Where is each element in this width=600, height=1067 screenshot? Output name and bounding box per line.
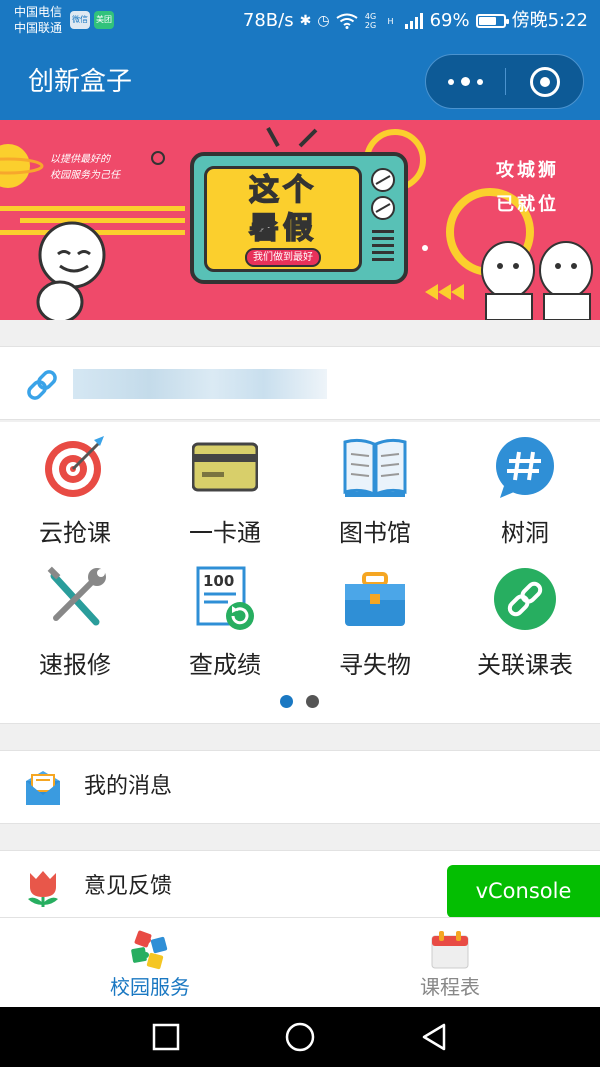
- battery-icon: [475, 14, 509, 28]
- nav-bar: 创新盒子: [0, 42, 600, 120]
- battery-fill: [478, 17, 496, 25]
- feedback-label: 意见反馈: [84, 874, 173, 899]
- back-icon[interactable]: [404, 1021, 464, 1053]
- my-messages-label: 我的消息: [84, 774, 173, 799]
- calendar-icon: [431, 931, 469, 969]
- battery-percent: 69%: [429, 10, 470, 31]
- grid-item-label: 图书馆: [339, 519, 411, 547]
- my-messages-row[interactable]: 我的消息: [0, 750, 600, 824]
- account-link-row[interactable]: [0, 346, 600, 420]
- tv-title-1: 这个: [248, 173, 317, 208]
- briefcase-icon: [345, 572, 405, 626]
- link-icon: [27, 370, 57, 400]
- carrier-info: 中国电信 中国联通: [14, 4, 62, 36]
- grid-item-treehole[interactable]: 树洞: [450, 422, 600, 552]
- score-icon: 100: [196, 566, 254, 630]
- clock: 傍晚5:22: [511, 10, 588, 31]
- signal-icon: [404, 13, 423, 29]
- net-speed: 78B/s: [242, 10, 294, 31]
- more-dots-icon[interactable]: [426, 55, 505, 108]
- tv-knobs: [371, 168, 395, 261]
- grid-item-label: 速报修: [39, 651, 111, 679]
- hd-label: H: [387, 16, 394, 26]
- capsule-menu: [425, 54, 584, 109]
- grid-item-link-schedule[interactable]: 关联课表: [450, 554, 600, 684]
- tv-screen: 这个 暑假 我们做到最好: [204, 166, 362, 272]
- wechat-app-icon: 微信: [70, 11, 90, 29]
- grid-item-label: 一卡通: [189, 519, 261, 547]
- tv-title-2: 暑假: [248, 211, 317, 246]
- meituan-app-icon: 美团: [94, 11, 114, 29]
- service-grid: 云抢课 一卡通 图书馆 树洞 速报修 100 查成绩 寻失物 关联课表: [0, 422, 600, 724]
- bluetooth-icon: ✱: [299, 13, 312, 29]
- promo-banner[interactable]: 以提供最好的 校园服务为己任 这个 暑假 我们做到最好 攻城狮 已就位: [0, 120, 600, 320]
- tab-bar: 校园服务 课程表: [0, 917, 600, 1007]
- grid-item-label: 云抢课: [39, 519, 111, 547]
- banner-tagline-2: 校园服务为己任: [50, 170, 120, 181]
- grid-item-campus-card[interactable]: 一卡通: [150, 422, 300, 552]
- grid-item-library[interactable]: 图书馆: [300, 422, 450, 552]
- grid-item-course-grab[interactable]: 云抢课: [0, 422, 150, 552]
- grid-item-repair[interactable]: 速报修: [0, 554, 150, 684]
- carrier-1: 中国电信: [14, 5, 63, 19]
- close-button[interactable]: [506, 55, 584, 108]
- page-title: 创新盒子: [28, 67, 133, 97]
- page-dot[interactable]: [306, 695, 319, 708]
- target-close-icon: [530, 66, 560, 97]
- grid-item-lost-found[interactable]: 寻失物: [300, 554, 450, 684]
- status-right: 78B/s ✱ ◷ 4G 2G H 69% 傍晚5:22: [243, 8, 588, 34]
- target-icon: [45, 436, 104, 497]
- tools-icon: [47, 566, 106, 626]
- banner-right-text-1: 攻城狮: [496, 160, 559, 181]
- page-dot-active[interactable]: [280, 695, 293, 708]
- grid-item-grades[interactable]: 100 查成绩: [150, 554, 300, 684]
- carrier-2: 中国联通: [14, 21, 63, 35]
- recent-apps-icon[interactable]: [136, 1021, 196, 1053]
- blurred-account-info: [73, 369, 327, 399]
- page-indicator: [280, 695, 319, 708]
- vconsole-button[interactable]: vConsole: [447, 865, 600, 918]
- mail-icon: [26, 771, 60, 805]
- grid-item-label: 关联课表: [477, 651, 573, 679]
- wifi-icon: [335, 13, 358, 29]
- grid-item-label: 寻失物: [339, 651, 411, 679]
- network-type: 4G 2G: [364, 12, 378, 30]
- tab-schedule[interactable]: 课程表: [300, 918, 600, 1008]
- network-type-bottom: 2G: [364, 21, 377, 30]
- hashtag-icon: [496, 437, 554, 498]
- alarm-icon: ◷: [317, 13, 330, 29]
- tab-campus-services-label: 校园服务: [110, 975, 190, 999]
- banner-right-text-2: 已就位: [496, 194, 559, 215]
- tv-subtitle: 我们做到最好: [245, 248, 321, 267]
- tulip-icon: [28, 871, 58, 907]
- tv-illustration: 这个 暑假 我们做到最好: [190, 152, 408, 284]
- status-bar: 中国电信 中国联通 微信 美团 78B/s ✱ ◷ 4G 2G H 69% 傍晚…: [0, 0, 600, 42]
- puzzle-icon: [131, 930, 168, 970]
- card-icon: [192, 442, 258, 492]
- system-nav-bar: [0, 1007, 600, 1067]
- tab-campus-services[interactable]: 校园服务: [0, 918, 300, 1008]
- banner-tagline-1: 以提供最好的: [50, 154, 110, 165]
- grid-item-label: 查成绩: [189, 651, 261, 679]
- home-icon[interactable]: [270, 1021, 330, 1053]
- network-type-top: 4G: [364, 12, 377, 21]
- tab-schedule-label: 课程表: [420, 975, 480, 999]
- score-number: 100: [203, 572, 234, 590]
- book-icon: [343, 438, 407, 497]
- grid-item-label: 树洞: [501, 519, 549, 547]
- chain-icon: [494, 568, 556, 630]
